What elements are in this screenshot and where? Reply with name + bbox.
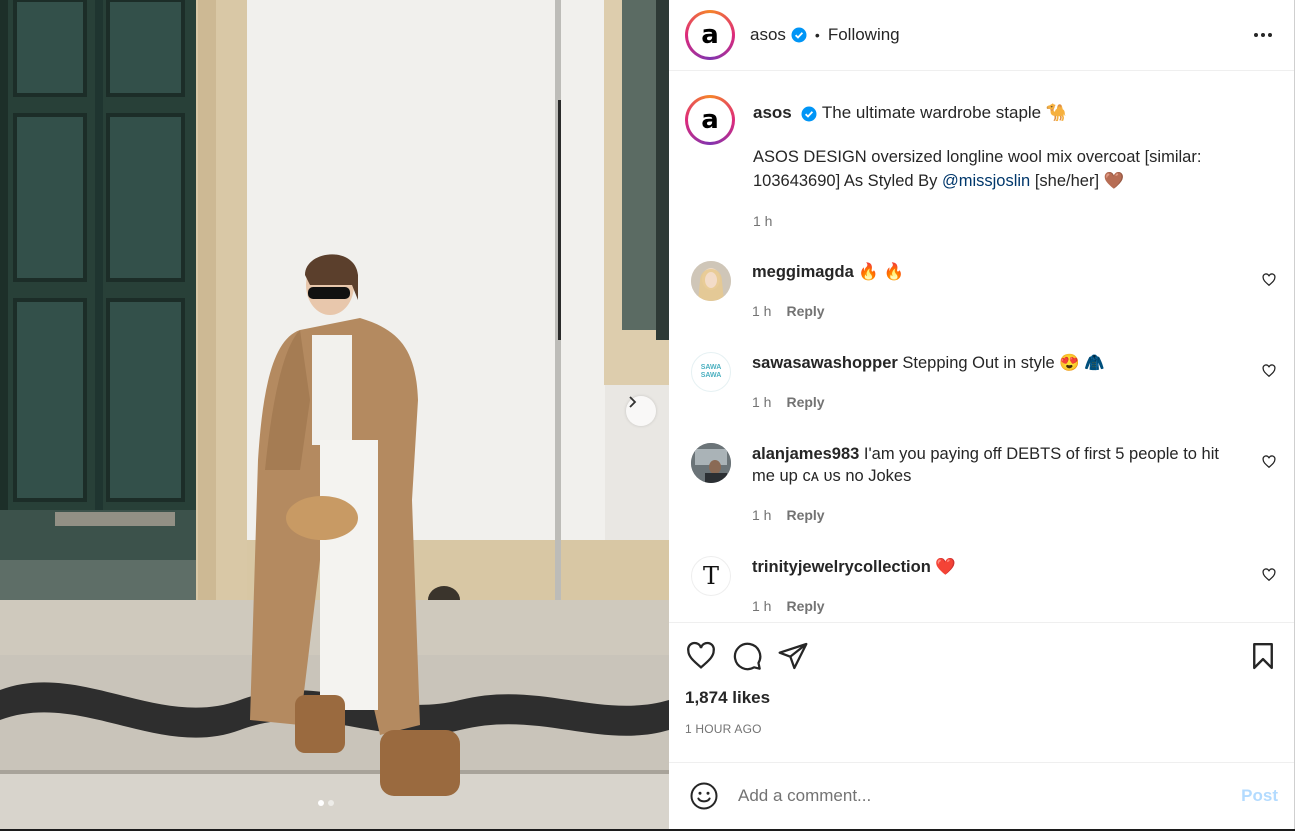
post-dialog: a asos • Following a asos The ultimate w… xyxy=(0,0,1295,829)
comment-time[interactable]: 1 h xyxy=(752,300,771,322)
commenter-avatar[interactable] xyxy=(691,261,731,301)
share-icon[interactable] xyxy=(777,640,809,672)
post-timestamp[interactable]: 1 HOUR AGO xyxy=(685,722,1278,736)
caption-avatar[interactable]: a xyxy=(685,95,735,145)
bookmark-icon[interactable] xyxy=(1248,640,1278,672)
comment-input[interactable] xyxy=(738,786,1242,806)
carousel-dot xyxy=(328,800,334,806)
action-icon-row xyxy=(685,623,1278,689)
avatar-photo xyxy=(691,443,731,483)
photo-illustration xyxy=(0,0,669,829)
caption-time[interactable]: 1 h xyxy=(753,209,1278,233)
caption-body: asos The ultimate wardrobe staple 🐪 ASOS… xyxy=(753,95,1278,233)
comment-item: meggimagda 🔥 🔥 1 h Reply xyxy=(685,261,1278,322)
commenter-username[interactable]: alanjames983 xyxy=(752,445,859,463)
next-slide-button[interactable] xyxy=(626,396,656,426)
comment-body: meggimagda 🔥 🔥 1 h Reply xyxy=(752,261,1242,322)
comment-time[interactable]: 1 h xyxy=(752,504,771,526)
post-actions: 1,874 likes 1 HOUR AGO xyxy=(669,622,1294,762)
caption-title: The ultimate wardrobe staple 🐪 xyxy=(821,103,1068,122)
caption-text: ASOS DESIGN oversized longline wool mix … xyxy=(753,145,1278,193)
comment-item: alanjames983 I'am you paying off DEBTS o… xyxy=(685,443,1278,526)
author-avatar[interactable]: a xyxy=(685,10,735,60)
comment-icon[interactable] xyxy=(731,640,763,672)
separator-dot: • xyxy=(814,27,820,43)
reply-button[interactable]: Reply xyxy=(786,391,824,413)
verified-badge-icon xyxy=(801,106,817,122)
post-header: a asos • Following xyxy=(669,0,1294,71)
caption-username[interactable]: asos xyxy=(753,103,792,122)
likes-count[interactable]: 1,874 likes xyxy=(685,688,1278,708)
comment-composer: Post xyxy=(669,762,1294,829)
more-options-icon[interactable] xyxy=(1248,27,1278,43)
carousel-indicator xyxy=(318,800,334,806)
comment-item: T trinityjewelrycollection ❤️ 1 h Reply xyxy=(685,556,1278,617)
commenter-avatar[interactable]: SAWA SAWA xyxy=(691,352,731,392)
comment-text: Stepping Out in style 😍 🧥 xyxy=(897,354,1105,372)
carousel-dot-active xyxy=(318,800,324,806)
comment-body: alanjames983 I'am you paying off DEBTS o… xyxy=(752,443,1242,526)
author-username[interactable]: asos xyxy=(750,25,786,45)
avatar-photo xyxy=(691,261,731,301)
comments-list[interactable]: a asos The ultimate wardrobe staple 🐪 AS… xyxy=(669,71,1294,622)
comment-body: sawasawashopper Stepping Out in style 😍 … xyxy=(752,352,1242,413)
post-side-panel: a asos • Following a asos The ultimate w… xyxy=(669,0,1294,829)
commenter-username[interactable]: sawasawashopper xyxy=(752,354,898,372)
comment-time[interactable]: 1 h xyxy=(752,595,771,617)
comment-text: ❤️ xyxy=(930,558,956,576)
verified-badge-icon xyxy=(791,27,807,43)
avatar-monogram: T xyxy=(702,562,719,590)
reply-button[interactable]: Reply xyxy=(786,595,824,617)
reply-button[interactable]: Reply xyxy=(786,504,824,526)
comment-like-heart-icon[interactable] xyxy=(1262,364,1276,378)
reply-button[interactable]: Reply xyxy=(786,300,824,322)
comment-text: 🔥 🔥 xyxy=(853,263,905,281)
avatar-letter: a xyxy=(691,16,729,54)
post-photo[interactable] xyxy=(0,0,669,829)
commenter-avatar[interactable] xyxy=(691,443,731,483)
comment-time[interactable]: 1 h xyxy=(752,391,771,413)
avatar-letter: a xyxy=(691,101,729,139)
commenter-username[interactable]: trinityjewelrycollection xyxy=(752,558,931,576)
post-caption: a asos The ultimate wardrobe staple 🐪 AS… xyxy=(685,95,1278,233)
comment-body: trinityjewelrycollection ❤️ 1 h Reply xyxy=(752,556,1242,617)
comment-like-heart-icon[interactable] xyxy=(1262,455,1276,469)
heart-icon[interactable] xyxy=(685,640,717,672)
commenter-username[interactable]: meggimagda xyxy=(752,263,854,281)
caption-text-part: [she/her] 🤎 xyxy=(1030,172,1125,190)
caption-mention-link[interactable]: @missjoslin xyxy=(942,172,1030,190)
comment-item: SAWA SAWA sawasawashopper Stepping Out i… xyxy=(685,352,1278,413)
comment-like-heart-icon[interactable] xyxy=(1262,273,1276,287)
commenter-avatar[interactable]: T xyxy=(691,556,731,596)
following-button[interactable]: Following xyxy=(828,25,900,45)
chevron-right-icon xyxy=(629,396,637,408)
avatar-brand-text: SAWA SAWA xyxy=(700,364,722,379)
emoji-icon[interactable] xyxy=(689,781,719,811)
comment-like-heart-icon[interactable] xyxy=(1262,568,1276,582)
post-comment-button[interactable]: Post xyxy=(1241,786,1278,806)
